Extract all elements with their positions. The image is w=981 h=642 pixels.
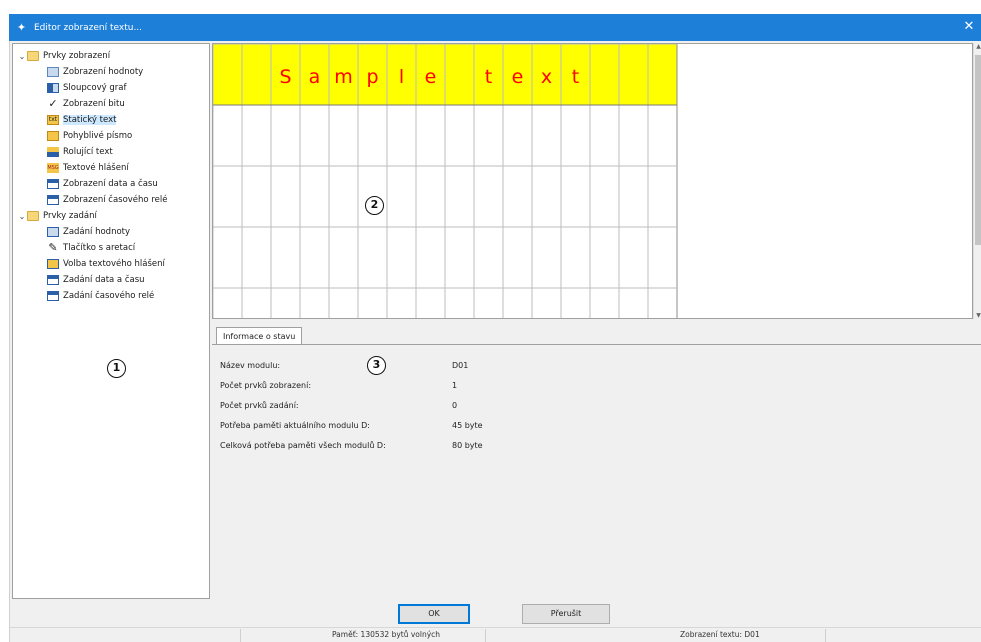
callout-3: 3	[367, 356, 386, 375]
tree-item-timer-relay-display[interactable]: Zobrazení časového relé	[13, 192, 209, 208]
folder-icon	[27, 211, 39, 221]
tree-item-date-time-input[interactable]: Zadání data a času	[13, 272, 209, 288]
scrolling-text-icon	[47, 147, 59, 157]
scroll-up-icon[interactable]: ▲	[974, 43, 981, 50]
pen-icon: ✎	[48, 241, 58, 254]
moving-font-icon	[47, 131, 59, 141]
info-value-display-count: 1	[452, 381, 458, 390]
sample-text-char[interactable]: p	[366, 66, 378, 88]
tree-item-message-choice[interactable]: Volba textového hlášení	[13, 256, 209, 272]
statusbar-separator	[485, 629, 486, 642]
timer-relay-icon	[47, 195, 59, 205]
scrollbar-thumb[interactable]	[975, 55, 981, 245]
sample-text-char[interactable]: m	[334, 66, 353, 88]
tab-status-info[interactable]: Informace o stavu	[216, 327, 303, 345]
tree-group-input[interactable]: ⌄ Prvky zadání	[13, 208, 209, 224]
tree-item-label: Zobrazení data a času	[63, 179, 158, 189]
info-value-module-memory: 45 byte	[452, 421, 483, 430]
status-bar: Paměť: 130532 bytů volných Zobrazení tex…	[10, 627, 981, 642]
folder-icon	[27, 51, 39, 61]
tree-item-latching-button[interactable]: ✎ Tlačítko s aretací	[13, 240, 209, 256]
character-grid[interactable]: Sampletext	[213, 44, 973, 319]
vertical-scrollbar[interactable]: ▲ ▼	[973, 43, 981, 319]
info-label-input-count: Počet prvků zadání:	[220, 401, 299, 410]
window-title: Editor zobrazení textu...	[34, 22, 143, 33]
callout-1: 1	[107, 359, 126, 378]
tree-item-label: Zobrazení bitu	[63, 99, 125, 109]
status-info-body: Název modulu: D01 Počet prvků zobrazení:…	[212, 344, 981, 599]
info-value-module-name: D01	[452, 361, 469, 370]
tree-item-text-message[interactable]: MSG Textové hlášení	[13, 160, 209, 176]
tree-group-label: Prvky zadání	[43, 211, 97, 221]
sample-text-char[interactable]: S	[279, 66, 291, 88]
tree-item-bit-display[interactable]: ✓ Zobrazení bitu	[13, 96, 209, 112]
tree-item-label: Zobrazení hodnoty	[63, 67, 144, 77]
info-value-total-memory: 80 byte	[452, 441, 483, 450]
tree-item-label: Textové hlášení	[63, 163, 129, 173]
message-choice-icon	[47, 259, 59, 269]
tree-item-label: Volba textového hlášení	[63, 259, 165, 269]
bar-graph-icon	[47, 83, 59, 93]
statusbar-separator	[825, 629, 826, 642]
tree-item-static-text[interactable]: txt Statický text	[13, 112, 209, 128]
tree-item-scrolling-text[interactable]: Rolující text	[13, 144, 209, 160]
tree-group-display[interactable]: ⌄ Prvky zobrazení	[13, 48, 209, 64]
app-icon: ✦	[16, 21, 27, 34]
tree-item-label: Sloupcový graf	[63, 83, 127, 93]
value-display-icon	[47, 67, 59, 77]
sample-text-char[interactable]: e	[425, 66, 437, 88]
chevron-down-icon[interactable]: ⌄	[17, 52, 27, 61]
cancel-button[interactable]: Přerušit	[522, 604, 610, 624]
statusbar-mode: Zobrazení textu: D01	[680, 630, 760, 639]
info-label-module-name: Název modulu:	[220, 361, 281, 370]
sample-text-char[interactable]: t	[572, 66, 579, 88]
ok-button[interactable]: OK	[398, 604, 470, 624]
tree-item-date-time-display[interactable]: Zobrazení data a času	[13, 176, 209, 192]
tree-item-label: Rolující text	[63, 147, 113, 157]
tree-item-label: Pohyblivé písmo	[63, 131, 133, 141]
info-label-module-memory: Potřeba paměti aktuálního modulu D:	[220, 421, 370, 430]
element-tree[interactable]: ⌄ Prvky zobrazení Zobrazení hodnoty Slou…	[12, 43, 210, 599]
tree-item-value-display[interactable]: Zobrazení hodnoty	[13, 64, 209, 80]
title-bar: ✦ Editor zobrazení textu... ✕	[9, 14, 981, 41]
tree-item-moving-font[interactable]: Pohyblivé písmo	[13, 128, 209, 144]
tree-item-label: Zobrazení časového relé	[63, 195, 168, 205]
tree-item-label: Tlačítko s aretací	[63, 243, 136, 253]
info-label-total-memory: Celková potřeba paměti všech modulů D:	[220, 441, 386, 450]
chevron-down-icon[interactable]: ⌄	[17, 212, 27, 221]
checkmark-icon: ✓	[48, 97, 58, 110]
value-input-icon	[47, 227, 59, 237]
timer-relay-input-icon	[47, 291, 59, 301]
info-value-input-count: 0	[452, 401, 458, 410]
sample-text-char[interactable]: l	[399, 66, 404, 88]
sample-text-char[interactable]: x	[541, 66, 552, 88]
tree-item-label: Zadání hodnoty	[63, 227, 131, 237]
statusbar-memory: Paměť: 130532 bytů volných	[332, 630, 441, 639]
static-text-icon: txt	[47, 115, 59, 125]
close-icon[interactable]: ✕	[961, 19, 977, 35]
tree-item-timer-relay-input[interactable]: Zadání časového relé	[13, 288, 209, 304]
tree-item-bar-graph[interactable]: Sloupcový graf	[13, 80, 209, 96]
info-label-display-count: Počet prvků zobrazení:	[220, 381, 312, 390]
sample-text-char[interactable]: t	[485, 66, 492, 88]
tree-item-label: Zadání časového relé	[63, 291, 155, 301]
calendar-icon	[47, 179, 59, 189]
editor-window: ⌄ Prvky zobrazení Zobrazení hodnoty Slou…	[9, 41, 981, 642]
tree-item-value-input[interactable]: Zadání hodnoty	[13, 224, 209, 240]
tree-group-label: Prvky zobrazení	[43, 51, 111, 61]
text-message-icon: MSG	[47, 163, 59, 173]
calendar-input-icon	[47, 275, 59, 285]
scroll-down-icon[interactable]: ▼	[974, 312, 981, 319]
sample-text-char[interactable]: a	[309, 66, 321, 88]
tree-item-label: Statický text	[63, 115, 117, 125]
text-canvas[interactable]: Sampletext	[212, 43, 973, 319]
statusbar-separator	[240, 629, 241, 642]
sample-text-char[interactable]: e	[512, 66, 524, 88]
callout-2: 2	[365, 196, 384, 215]
tree-item-label: Zadání data a času	[63, 275, 145, 285]
status-info-panel: Informace o stavu Název modulu: D01 Poče…	[212, 324, 981, 599]
